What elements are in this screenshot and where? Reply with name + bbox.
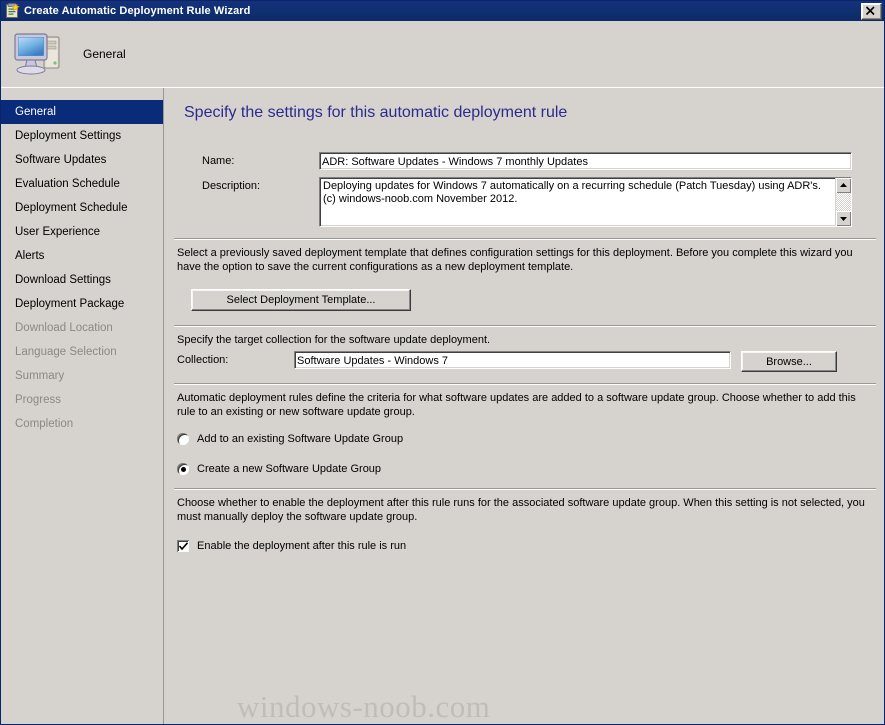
sidebar-item-label: Progress <box>15 394 62 406</box>
sidebar-item-deployment-schedule[interactable]: Deployment Schedule <box>1 196 163 220</box>
update-group-section: Automatic deployment rules define the cr… <box>164 385 884 479</box>
sidebar-item-alerts[interactable]: Alerts <box>1 244 163 268</box>
sidebar-item-label: Completion <box>15 418 74 430</box>
description-text[interactable]: Deploying updates for Windows 7 automati… <box>320 178 835 226</box>
enable-deployment-section: Choose whether to enable the deployment … <box>164 490 884 556</box>
radio-existing-group-label: Add to an existing Software Update Group <box>197 433 404 445</box>
description-scrollbar[interactable] <box>835 178 851 226</box>
select-deployment-template-button[interactable]: Select Deployment Template... <box>191 289 411 311</box>
sidebar-item-general[interactable]: General <box>1 100 163 124</box>
sidebar-item-label: Download Location <box>15 322 113 334</box>
sidebar-item-download-location: Download Location <box>1 316 163 340</box>
description-row: Description: Deploying updates for Windo… <box>189 177 864 227</box>
sidebar-item-user-experience[interactable]: User Experience <box>1 220 163 244</box>
sidebar-item-label: Evaluation Schedule <box>15 178 120 190</box>
sidebar-item-evaluation-schedule[interactable]: Evaluation Schedule <box>1 172 163 196</box>
header-title: General <box>83 47 126 61</box>
sidebar-item-label: Language Selection <box>15 346 117 358</box>
collection-input[interactable]: Software Updates - Windows 7 <box>294 351 731 369</box>
enable-deployment-row[interactable]: Enable the deployment after this rule is… <box>164 536 884 556</box>
sidebar-item-deployment-settings[interactable]: Deployment Settings <box>1 124 163 148</box>
scrollbar-track[interactable] <box>836 193 851 211</box>
wizard-header: General <box>1 21 884 88</box>
sidebar-item-label: User Experience <box>15 226 101 238</box>
description-label: Description: <box>202 180 261 192</box>
sidebar-item-label: Deployment Settings <box>15 130 122 142</box>
sidebar-item-label: Deployment Schedule <box>15 202 128 214</box>
main-pane: Specify the settings for this automatic … <box>164 88 884 724</box>
template-section: Select a previously saved deployment tem… <box>164 240 884 325</box>
page-title: Specify the settings for this automatic … <box>184 104 568 121</box>
sidebar-item-label: Alerts <box>15 250 45 262</box>
radio-new-group-icon[interactable] <box>177 463 189 475</box>
wizard-window: Create Automatic Deployment Rule Wizard <box>0 0 885 725</box>
sidebar-item-summary: Summary <box>1 364 163 388</box>
browse-button[interactable]: Browse... <box>741 351 837 372</box>
scroll-up-icon[interactable] <box>836 178 851 193</box>
sidebar-item-label: Summary <box>15 370 65 382</box>
sidebar-item-progress: Progress <box>1 388 163 412</box>
sidebar-item-download-settings[interactable]: Download Settings <box>1 268 163 292</box>
wizard-steps-sidebar: General Deployment Settings Software Upd… <box>1 88 164 724</box>
wizard-body: General Deployment Settings Software Upd… <box>1 88 884 724</box>
sidebar-item-label: Software Updates <box>15 154 107 166</box>
update-group-paragraph: Automatic deployment rules define the cr… <box>177 392 856 418</box>
name-description-section: Name: ADR: Software Updates - Windows 7 … <box>164 122 884 227</box>
sidebar-item-deployment-package[interactable]: Deployment Package <box>1 292 163 316</box>
title-bar: Create Automatic Deployment Rule Wizard <box>1 1 884 21</box>
sidebar-item-language-selection: Language Selection <box>1 340 163 364</box>
radio-existing-group-icon[interactable] <box>177 433 189 445</box>
close-icon[interactable] <box>861 2 882 20</box>
radio-new-group-row[interactable]: Create a new Software Update Group <box>164 459 884 479</box>
template-paragraph: Select a previously saved deployment tem… <box>177 247 853 273</box>
radio-new-group-label: Create a new Software Update Group <box>197 463 382 475</box>
name-row: Name: ADR: Software Updates - Windows 7 … <box>189 152 864 170</box>
sidebar-item-completion: Completion <box>1 412 163 436</box>
name-label: Name: <box>202 155 235 167</box>
window-title: Create Automatic Deployment Rule Wizard <box>24 5 251 17</box>
sidebar-item-label: Deployment Package <box>15 298 125 310</box>
sidebar-item-software-updates[interactable]: Software Updates <box>1 148 163 172</box>
sidebar-item-label: Download Settings <box>15 274 111 286</box>
collection-row: Collection: Software Updates - Windows 7… <box>164 351 884 383</box>
computer-icon <box>11 28 67 80</box>
description-input[interactable]: Deploying updates for Windows 7 automati… <box>319 177 852 227</box>
radio-existing-group-row[interactable]: Add to an existing Software Update Group <box>164 429 884 449</box>
enable-deployment-label: Enable the deployment after this rule is… <box>197 540 407 552</box>
enable-deployment-checkbox[interactable] <box>177 540 189 552</box>
collection-section: Specify the target collection for the so… <box>164 327 884 383</box>
scroll-down-icon[interactable] <box>836 211 851 226</box>
enable-paragraph: Choose whether to enable the deployment … <box>177 497 865 523</box>
name-input[interactable]: ADR: Software Updates - Windows 7 monthl… <box>319 152 852 170</box>
sidebar-item-label: General <box>15 106 56 118</box>
wizard-document-icon <box>4 3 20 19</box>
collection-label: Collection: <box>177 354 229 366</box>
collection-paragraph: Specify the target collection for the so… <box>177 334 491 346</box>
